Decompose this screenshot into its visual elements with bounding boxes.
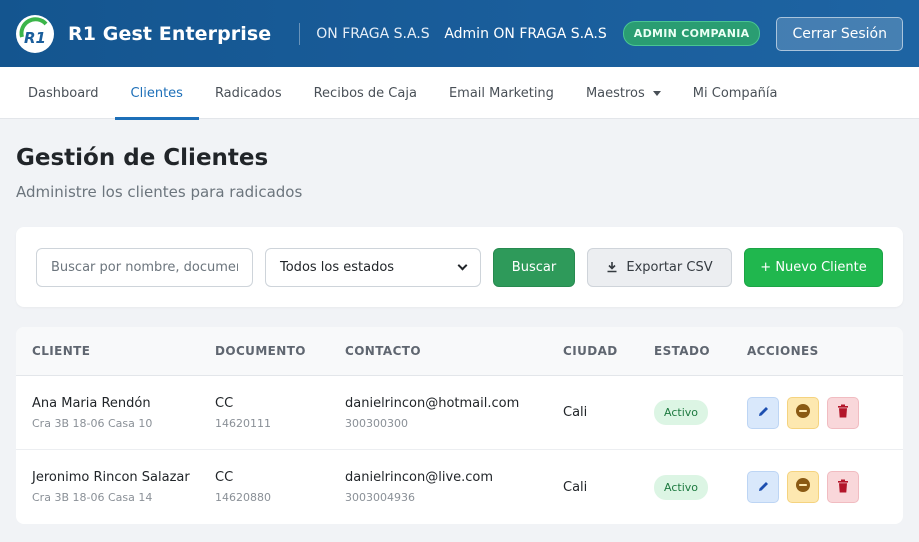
table-header: CLIENTE DOCUMENTO CONTACTO CIUDAD ESTADO… bbox=[16, 327, 903, 376]
delete-button[interactable] bbox=[827, 471, 859, 503]
page-title: Gestión de Clientes bbox=[16, 145, 269, 171]
table-row: Ana Maria Rendón Cra 3B 18-06 Casa 10 CC… bbox=[16, 376, 903, 450]
trash-icon bbox=[837, 403, 849, 422]
nav-mi-compania[interactable]: Mi Compañía bbox=[677, 67, 794, 119]
r1-logo-icon[interactable]: R1 bbox=[16, 14, 54, 53]
filter-bar: Todos los estados Buscar Exportar CSV + … bbox=[16, 227, 903, 307]
pencil-icon bbox=[757, 403, 770, 422]
delete-button[interactable] bbox=[827, 396, 859, 429]
edit-button[interactable] bbox=[747, 396, 779, 429]
status-select-value: Todos los estados bbox=[280, 259, 395, 275]
main-content: Gestión de Clientes Administre los clien… bbox=[0, 145, 919, 524]
column-header-estado[interactable]: ESTADO bbox=[654, 344, 747, 358]
clients-table: CLIENTE DOCUMENTO CONTACTO CIUDAD ESTADO… bbox=[16, 327, 903, 524]
client-name: Ana Maria Rendón bbox=[32, 395, 151, 411]
contact-email: danielrincon@live.com bbox=[345, 470, 494, 485]
role-badge: ADMIN COMPANIA bbox=[622, 21, 761, 46]
download-icon bbox=[606, 261, 618, 273]
disable-button[interactable] bbox=[787, 396, 819, 429]
page-subtitle: Administre los clientes para radicados bbox=[16, 183, 303, 201]
column-header-cliente[interactable]: CLIENTE bbox=[16, 344, 215, 358]
document-number: 14620880 bbox=[215, 491, 271, 504]
client-city: Cali bbox=[563, 479, 588, 495]
top-header: R1 R1 Gest Enterprise ON FRAGA S.A.S Adm… bbox=[0, 0, 919, 67]
export-csv-button[interactable]: Exportar CSV bbox=[587, 247, 732, 287]
svg-text:R1: R1 bbox=[24, 29, 46, 47]
user-name: Admin ON FRAGA S.A.S bbox=[444, 25, 607, 42]
status-badge: Activo bbox=[654, 474, 708, 500]
caret-down-icon bbox=[652, 90, 661, 96]
export-csv-label: Exportar CSV bbox=[626, 259, 713, 275]
contact-phone: 3003004936 bbox=[345, 491, 415, 504]
contact-email: danielrincon@hotmail.com bbox=[345, 395, 520, 411]
nav-dashboard[interactable]: Dashboard bbox=[12, 67, 115, 119]
status-select[interactable]: Todos los estados bbox=[265, 247, 481, 287]
pencil-icon bbox=[757, 478, 770, 497]
nav-maestros-dropdown[interactable]: Maestros bbox=[570, 67, 677, 119]
column-header-documento[interactable]: DOCUMENTO bbox=[215, 344, 345, 358]
contact-phone: 300300300 bbox=[345, 416, 408, 430]
new-client-button[interactable]: + Nuevo Cliente bbox=[744, 247, 883, 287]
column-header-contacto[interactable]: CONTACTO bbox=[345, 344, 563, 358]
nav-radicados[interactable]: Radicados bbox=[199, 67, 298, 119]
status-badge: Activo bbox=[654, 400, 708, 425]
client-address: Cra 3B 18-06 Casa 14 bbox=[32, 491, 153, 504]
minus-circle-icon bbox=[795, 403, 811, 423]
search-input[interactable] bbox=[36, 247, 253, 287]
edit-button[interactable] bbox=[747, 471, 779, 503]
minus-circle-icon bbox=[795, 477, 811, 497]
nav-recibos-de-caja[interactable]: Recibos de Caja bbox=[298, 67, 433, 119]
brand-name[interactable]: R1 Gest Enterprise bbox=[68, 23, 271, 45]
nav-clientes[interactable]: Clientes bbox=[114, 67, 200, 120]
client-city: Cali bbox=[563, 405, 588, 420]
disable-button[interactable] bbox=[787, 471, 819, 503]
search-button[interactable]: Buscar bbox=[493, 247, 575, 287]
column-header-ciudad[interactable]: CIUDAD bbox=[563, 344, 654, 358]
nav-email-marketing[interactable]: Email Marketing bbox=[433, 67, 570, 119]
table-row: Jeronimo Rincon Salazar Cra 3B 18-06 Cas… bbox=[16, 450, 903, 524]
nav-maestros-label: Maestros bbox=[585, 85, 645, 101]
document-number: 14620111 bbox=[215, 416, 271, 430]
main-nav: Dashboard Clientes Radicados Recibos de … bbox=[0, 67, 919, 120]
client-name: Jeronimo Rincon Salazar bbox=[32, 470, 190, 485]
document-type: CC bbox=[215, 470, 234, 485]
client-address: Cra 3B 18-06 Casa 10 bbox=[32, 416, 153, 430]
header-divider bbox=[299, 22, 301, 45]
logout-button[interactable]: Cerrar Sesión bbox=[776, 16, 903, 51]
company-name: ON FRAGA S.A.S bbox=[316, 25, 430, 42]
column-header-acciones: ACCIONES bbox=[747, 344, 819, 358]
trash-icon bbox=[837, 478, 849, 497]
document-type: CC bbox=[215, 395, 234, 411]
chevron-down-icon bbox=[457, 260, 468, 270]
